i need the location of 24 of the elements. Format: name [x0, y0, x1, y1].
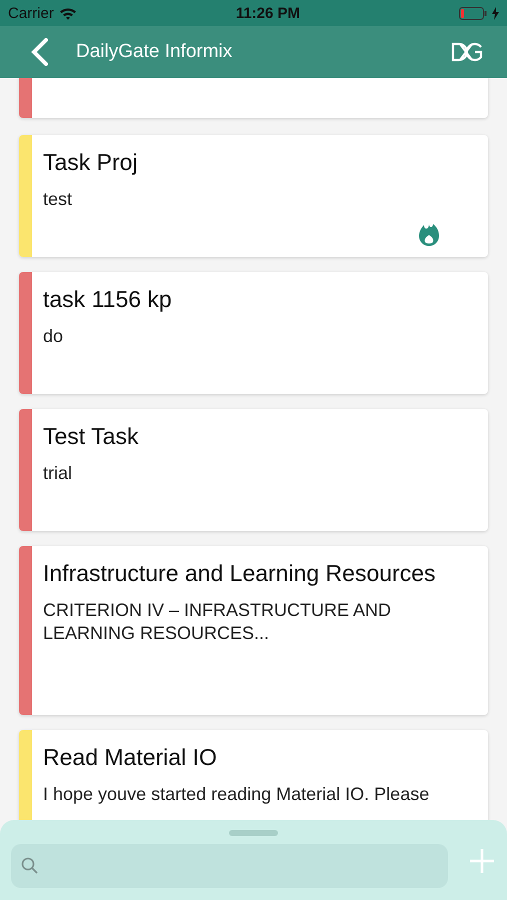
task-title: Read Material IO [43, 744, 218, 771]
status-time: 11:26 PM [236, 4, 300, 22]
task-description: I hope youve started reading Material IO. Please [43, 783, 430, 806]
task-title: Test Task [43, 423, 138, 450]
drag-handle[interactable] [229, 830, 278, 836]
task-card[interactable]: Infrastructure and Learning Resources CRITERION IV – INFRASTRUCTURE AND LEARNING RESOURCES... [19, 546, 488, 715]
search-field[interactable] [11, 844, 448, 888]
logo-icon [451, 42, 483, 62]
task-description: trial [43, 462, 74, 485]
task-title: Infrastructure and Learning Resources [43, 560, 436, 587]
search-icon [21, 857, 39, 875]
task-card[interactable]: task 1156 kp do [19, 272, 488, 394]
task-description: CRITERION IV – INFRASTRUCTURE AND LEARNING RESOURCES... [43, 599, 392, 646]
back-button[interactable] [30, 37, 50, 67]
task-card[interactable]: Task Proj test [19, 135, 488, 257]
header-title: DailyGate Informix [76, 41, 234, 63]
wifi-icon [58, 6, 77, 20]
task-description: do [43, 325, 64, 348]
carrier-label: Carrier [8, 4, 54, 22]
task-description: test [43, 188, 74, 211]
task-card[interactable]: Test Task trial [19, 409, 488, 531]
add-button[interactable] [469, 848, 495, 874]
task-title: Task Proj [43, 149, 138, 176]
task-title: task 1156 kp [43, 286, 172, 313]
